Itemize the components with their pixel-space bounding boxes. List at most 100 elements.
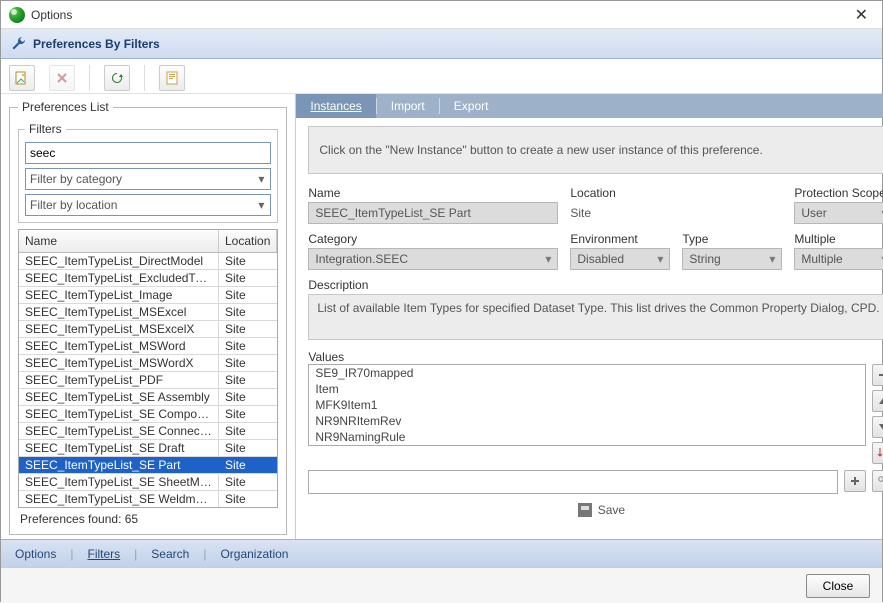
list-item[interactable]: SE9_IR70mapped — [309, 365, 865, 381]
values-listbox[interactable]: SE9_IR70mappedItemMFK9Item1NR9NRItemRevN… — [308, 364, 866, 446]
table-row[interactable]: SEEC_ItemTypeList_SE ConnectionSite — [19, 423, 277, 440]
table-header: Name Location — [19, 230, 277, 253]
list-item[interactable]: MFK9Item1 — [309, 397, 865, 413]
cell-name: SEEC_ItemTypeList_Image — [19, 287, 219, 303]
table-row[interactable]: SEEC_ItemTypeList_DirectModelSite — [19, 253, 277, 270]
table-row[interactable]: SEEC_ItemTypeList_ImageSite — [19, 287, 277, 304]
cell-location: Site — [219, 372, 277, 388]
table-row[interactable]: SEEC_ItemTypeList_SE WeldmentSite — [19, 491, 277, 507]
toolbar-new-button[interactable] — [9, 65, 35, 91]
table-row[interactable]: SEEC_ItemTypeList_SE ComponentSite — [19, 406, 277, 423]
new-value-input[interactable] — [308, 470, 838, 494]
triangle-up-icon — [878, 396, 883, 406]
preferences-found-label: Preferences found: 65 — [18, 508, 278, 526]
value-add-button[interactable] — [844, 470, 866, 492]
filter-location-select[interactable]: Filter by location ▾ — [25, 194, 271, 216]
filter-search-input[interactable] — [25, 142, 271, 164]
toolbar-refresh-button[interactable] — [104, 65, 130, 91]
value-move-down-button[interactable] — [872, 416, 883, 438]
bottom-tab-search[interactable]: Search — [147, 545, 193, 563]
table-row[interactable]: SEEC_ItemTypeList_SE DraftSite — [19, 440, 277, 457]
value-key-button[interactable] — [872, 470, 883, 492]
table-row[interactable]: SEEC_ItemTypeList_SE AssemblySite — [19, 389, 277, 406]
value-sort-button[interactable] — [872, 442, 883, 464]
table-row[interactable]: SEEC_ItemTypeList_ExcludedTypesSite — [19, 270, 277, 287]
table-row[interactable]: SEEC_ItemTypeList_MSExcelXSite — [19, 321, 277, 338]
file-new-icon — [15, 71, 29, 85]
chevron-down-icon: ▾ — [256, 172, 266, 186]
cell-location: Site — [219, 321, 277, 337]
list-item[interactable]: NR9NamingRule — [309, 429, 865, 445]
details-pane: Instances Import Export Click on the "Ne… — [296, 94, 883, 539]
chevron-down-icon: ▾ — [545, 252, 551, 266]
cell-location: Site — [219, 270, 277, 286]
table-row[interactable]: SEEC_ItemTypeList_MSWordSite — [19, 338, 277, 355]
cell-location: Site — [219, 355, 277, 371]
delete-icon — [56, 72, 68, 84]
list-item[interactable]: Item — [309, 381, 865, 397]
field-scope[interactable]: User▾ — [794, 202, 883, 224]
cell-location: Site — [219, 338, 277, 354]
table-row[interactable]: SEEC_ItemTypeList_MSExcelSite — [19, 304, 277, 321]
cell-name: SEEC_ItemTypeList_SE SheetMetal — [19, 474, 219, 490]
toolbar-separator — [89, 65, 90, 91]
toolbar — [1, 59, 882, 93]
preferences-list-pane: Preferences List Filters Filter by categ… — [1, 94, 296, 539]
list-item[interactable]: NR9NRItemRev — [309, 413, 865, 429]
table-row[interactable]: SEEC_ItemTypeList_SE SheetMetalSite — [19, 474, 277, 491]
plus-icon — [850, 476, 860, 486]
table-row[interactable]: SEEC_ItemTypeList_SE PartSite — [19, 457, 277, 474]
cell-name: SEEC_ItemTypeList_ExcludedTypes — [19, 270, 219, 286]
value-move-up-button[interactable] — [872, 390, 883, 412]
bottom-tab-filters[interactable]: Filters — [83, 545, 124, 563]
tab-instances[interactable]: Instances — [296, 94, 375, 118]
chevron-down-icon: ▾ — [657, 252, 663, 266]
save-button[interactable]: Save — [572, 502, 631, 518]
table-row[interactable]: SEEC_ItemTypeList_MSWordXSite — [19, 355, 277, 372]
cell-location: Site — [219, 423, 277, 439]
chevron-down-icon: ▾ — [256, 198, 266, 212]
cell-location: Site — [219, 389, 277, 405]
label-values: Values — [308, 350, 883, 364]
cell-name: SEEC_ItemTypeList_SE Weldment — [19, 491, 219, 507]
chevron-down-icon: ▾ — [769, 252, 775, 266]
field-description: List of available Item Types for specifi… — [308, 294, 883, 340]
tab-export[interactable]: Export — [440, 94, 503, 118]
preferences-list-label: Preferences List — [18, 100, 113, 114]
sort-az-icon — [877, 447, 883, 459]
details-tabs: Instances Import Export — [296, 94, 883, 118]
cell-name: SEEC_ItemTypeList_SE Part — [19, 457, 219, 473]
wrench-icon — [11, 36, 27, 52]
cell-location: Site — [219, 440, 277, 456]
field-location: Site — [570, 202, 782, 224]
cell-name: SEEC_ItemTypeList_MSWordX — [19, 355, 219, 371]
column-header-location[interactable]: Location — [219, 230, 277, 252]
toolbar-separator — [144, 65, 145, 91]
column-header-name[interactable]: Name — [19, 230, 219, 252]
cell-name: SEEC_ItemTypeList_SE Draft — [19, 440, 219, 456]
filters-label: Filters — [25, 122, 66, 136]
field-environment[interactable]: Disabled▾ — [570, 248, 670, 270]
bottom-tab-options[interactable]: Options — [11, 545, 60, 563]
cell-name: SEEC_ItemTypeList_MSExcelX — [19, 321, 219, 337]
field-category[interactable]: Integration.SEEC▾ — [308, 248, 558, 270]
cell-name: SEEC_ItemTypeList_SE Assembly — [19, 389, 219, 405]
window-close-button[interactable]: ✕ — [849, 5, 874, 25]
filter-category-select[interactable]: Filter by category ▾ — [25, 168, 271, 190]
value-remove-button[interactable] — [872, 364, 883, 386]
field-type[interactable]: String▾ — [682, 248, 782, 270]
window-title: Options — [31, 8, 849, 22]
field-multiple[interactable]: Multiple▾ — [794, 248, 883, 270]
tab-import[interactable]: Import — [377, 94, 439, 118]
dialog-footer: Close — [1, 567, 882, 603]
cell-name: SEEC_ItemTypeList_DirectModel — [19, 253, 219, 269]
table-row[interactable]: SEEC_ItemTypeList_PDFSite — [19, 372, 277, 389]
bottom-tab-organization[interactable]: Organization — [216, 545, 292, 563]
close-button[interactable]: Close — [806, 574, 870, 598]
app-icon — [9, 7, 25, 23]
key-icon — [877, 475, 883, 487]
label-multiple: Multiple — [794, 232, 883, 246]
table-body[interactable]: SEEC_ItemTypeList_DirectModelSiteSEEC_It… — [19, 253, 277, 507]
toolbar-report-button[interactable] — [159, 65, 185, 91]
subheader: Preferences By Filters — [1, 29, 882, 59]
